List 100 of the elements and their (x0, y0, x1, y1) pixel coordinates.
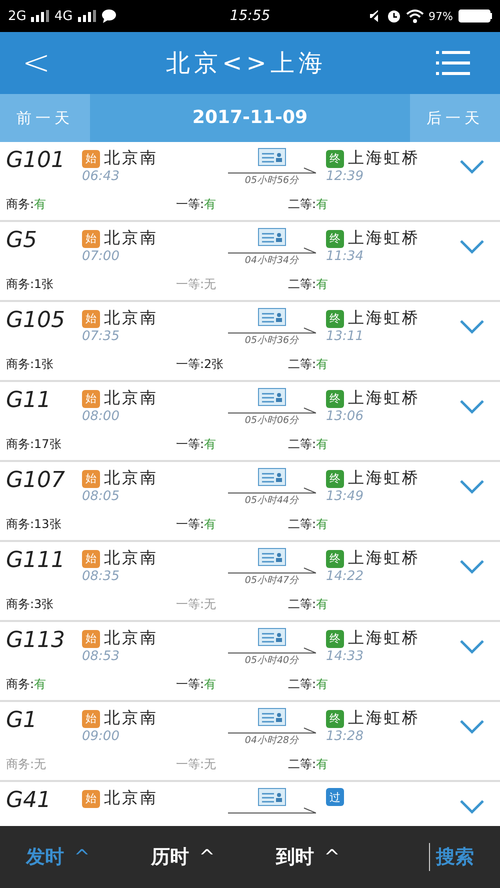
arrival-time: 11:34 (326, 249, 364, 264)
seat-availability: 二等:有 (288, 356, 330, 373)
departure-station: 北京南 (104, 468, 158, 489)
travel-duration: 05小时36分 (244, 334, 300, 347)
ticket-icon (258, 788, 286, 806)
seat-availability: 商务:1张 (6, 276, 55, 293)
origin-badge: 始 (82, 630, 100, 648)
search-button[interactable]: 搜索 (429, 843, 480, 871)
departure-time: 06:43 (82, 169, 120, 184)
arrival-time: 12:39 (326, 169, 364, 184)
train-number[interactable]: G113 (6, 628, 82, 653)
expand-chevron-icon[interactable] (460, 400, 484, 414)
departure-station: 北京南 (104, 228, 158, 249)
departure-time: 08:35 (82, 569, 120, 584)
expand-chevron-icon[interactable] (460, 160, 484, 174)
origin-badge: 始 (82, 390, 100, 408)
arrival-station: 上海虹桥 (348, 548, 420, 569)
departure-station: 北京南 (104, 388, 158, 409)
menu-icon[interactable] (436, 50, 470, 76)
train-number[interactable]: G41 (6, 788, 82, 813)
back-button[interactable]: < (16, 43, 56, 83)
seat-availability: 一等:有 (175, 196, 218, 213)
seat-availability: 二等:有 (288, 676, 330, 693)
arrival-time: 13:28 (326, 729, 364, 744)
train-number[interactable]: G5 (6, 228, 82, 253)
train-number[interactable]: G11 (6, 388, 82, 413)
origin-badge: 始 (82, 790, 100, 808)
seat-availability: 商务:13张 (6, 516, 62, 533)
wifi-icon (406, 9, 424, 23)
origin-badge: 始 (82, 150, 100, 168)
sort-tab[interactable]: 历时 ^ (145, 843, 270, 871)
expand-chevron-icon[interactable] (460, 800, 484, 814)
origin-badge: 始 (82, 550, 100, 568)
signal-icon (78, 10, 96, 22)
seat-availability: 二等:有 (288, 436, 330, 453)
destination-badge: 终 (326, 230, 344, 248)
expand-chevron-icon[interactable] (460, 240, 484, 254)
ticket-icon (258, 148, 286, 166)
expand-chevron-icon[interactable] (460, 640, 484, 654)
seat-availability: 商务:17张 (6, 436, 62, 453)
sort-tab[interactable]: 发时 ^ (20, 843, 145, 871)
expand-chevron-icon[interactable] (460, 480, 484, 494)
destination-badge: 终 (326, 390, 344, 408)
travel-duration: 05小时56分 (244, 174, 300, 187)
seat-availability: 二等:有 (288, 596, 330, 613)
network-label: 4G (54, 8, 73, 24)
ticket-icon (258, 708, 286, 726)
ticket-icon (258, 628, 286, 646)
seat-availability: 二等:有 (288, 516, 330, 533)
arrival-time: 13:06 (326, 409, 364, 424)
origin-badge: 始 (82, 710, 100, 728)
arrival-station: 上海虹桥 (348, 628, 420, 649)
ticket-icon (258, 308, 286, 326)
battery-icon (458, 9, 492, 23)
arrival-time: 13:11 (326, 329, 364, 344)
train-number[interactable]: G105 (6, 308, 82, 333)
expand-chevron-icon[interactable] (460, 320, 484, 334)
route-title: 北京<>上海 (166, 48, 326, 79)
battery-percent: 97% (428, 10, 453, 22)
train-number[interactable]: G111 (6, 548, 82, 573)
arrival-station: 上海虹桥 (348, 148, 420, 169)
departure-station: 北京南 (104, 628, 158, 649)
expand-chevron-icon[interactable] (460, 720, 484, 734)
arrival-station: 上海虹桥 (348, 708, 420, 729)
expand-chevron-icon[interactable] (460, 560, 484, 574)
train-number[interactable]: G101 (6, 148, 82, 173)
seat-availability: 一等:无 (175, 756, 218, 773)
destination-badge: 终 (326, 710, 344, 728)
ticket-icon (258, 388, 286, 406)
origin-badge: 始 (82, 230, 100, 248)
seat-availability: 商务:无 (6, 756, 48, 773)
departure-station: 北京南 (104, 308, 158, 329)
train-number[interactable]: G1 (6, 708, 82, 733)
departure-station: 北京南 (104, 148, 158, 169)
ticket-icon (258, 228, 286, 246)
train-number[interactable]: G107 (6, 468, 82, 493)
arrival-time: 13:49 (326, 489, 364, 504)
seat-availability: 一等:无 (175, 596, 218, 613)
destination-badge: 终 (326, 310, 344, 328)
chat-icon (100, 9, 117, 23)
seat-availability: 一等:无 (175, 276, 218, 293)
seat-availability: 二等:有 (288, 276, 330, 293)
seat-availability: 商务:有 (6, 196, 48, 213)
date-label: 2017-11-09 (191, 106, 309, 130)
travel-duration: 05小时40分 (244, 654, 300, 667)
travel-duration: 04小时34分 (244, 254, 300, 267)
seat-availability: 二等:有 (288, 196, 330, 213)
destination-badge: 终 (326, 550, 344, 568)
origin-badge: 始 (82, 470, 100, 488)
seat-availability: 一等:有 (175, 436, 218, 453)
seat-availability: 商务:有 (6, 676, 48, 693)
destination-badge: 终 (326, 470, 344, 488)
arrival-time: 14:22 (326, 569, 364, 584)
travel-duration: 05小时47分 (244, 574, 300, 587)
departure-time: 08:53 (82, 649, 120, 664)
arrival-station: 上海虹桥 (348, 228, 420, 249)
destination-badge: 过 (326, 788, 344, 806)
departure-time: 07:00 (82, 249, 120, 264)
sort-tab[interactable]: 到时 ^ (270, 843, 395, 871)
seat-availability: 二等:有 (288, 756, 330, 773)
